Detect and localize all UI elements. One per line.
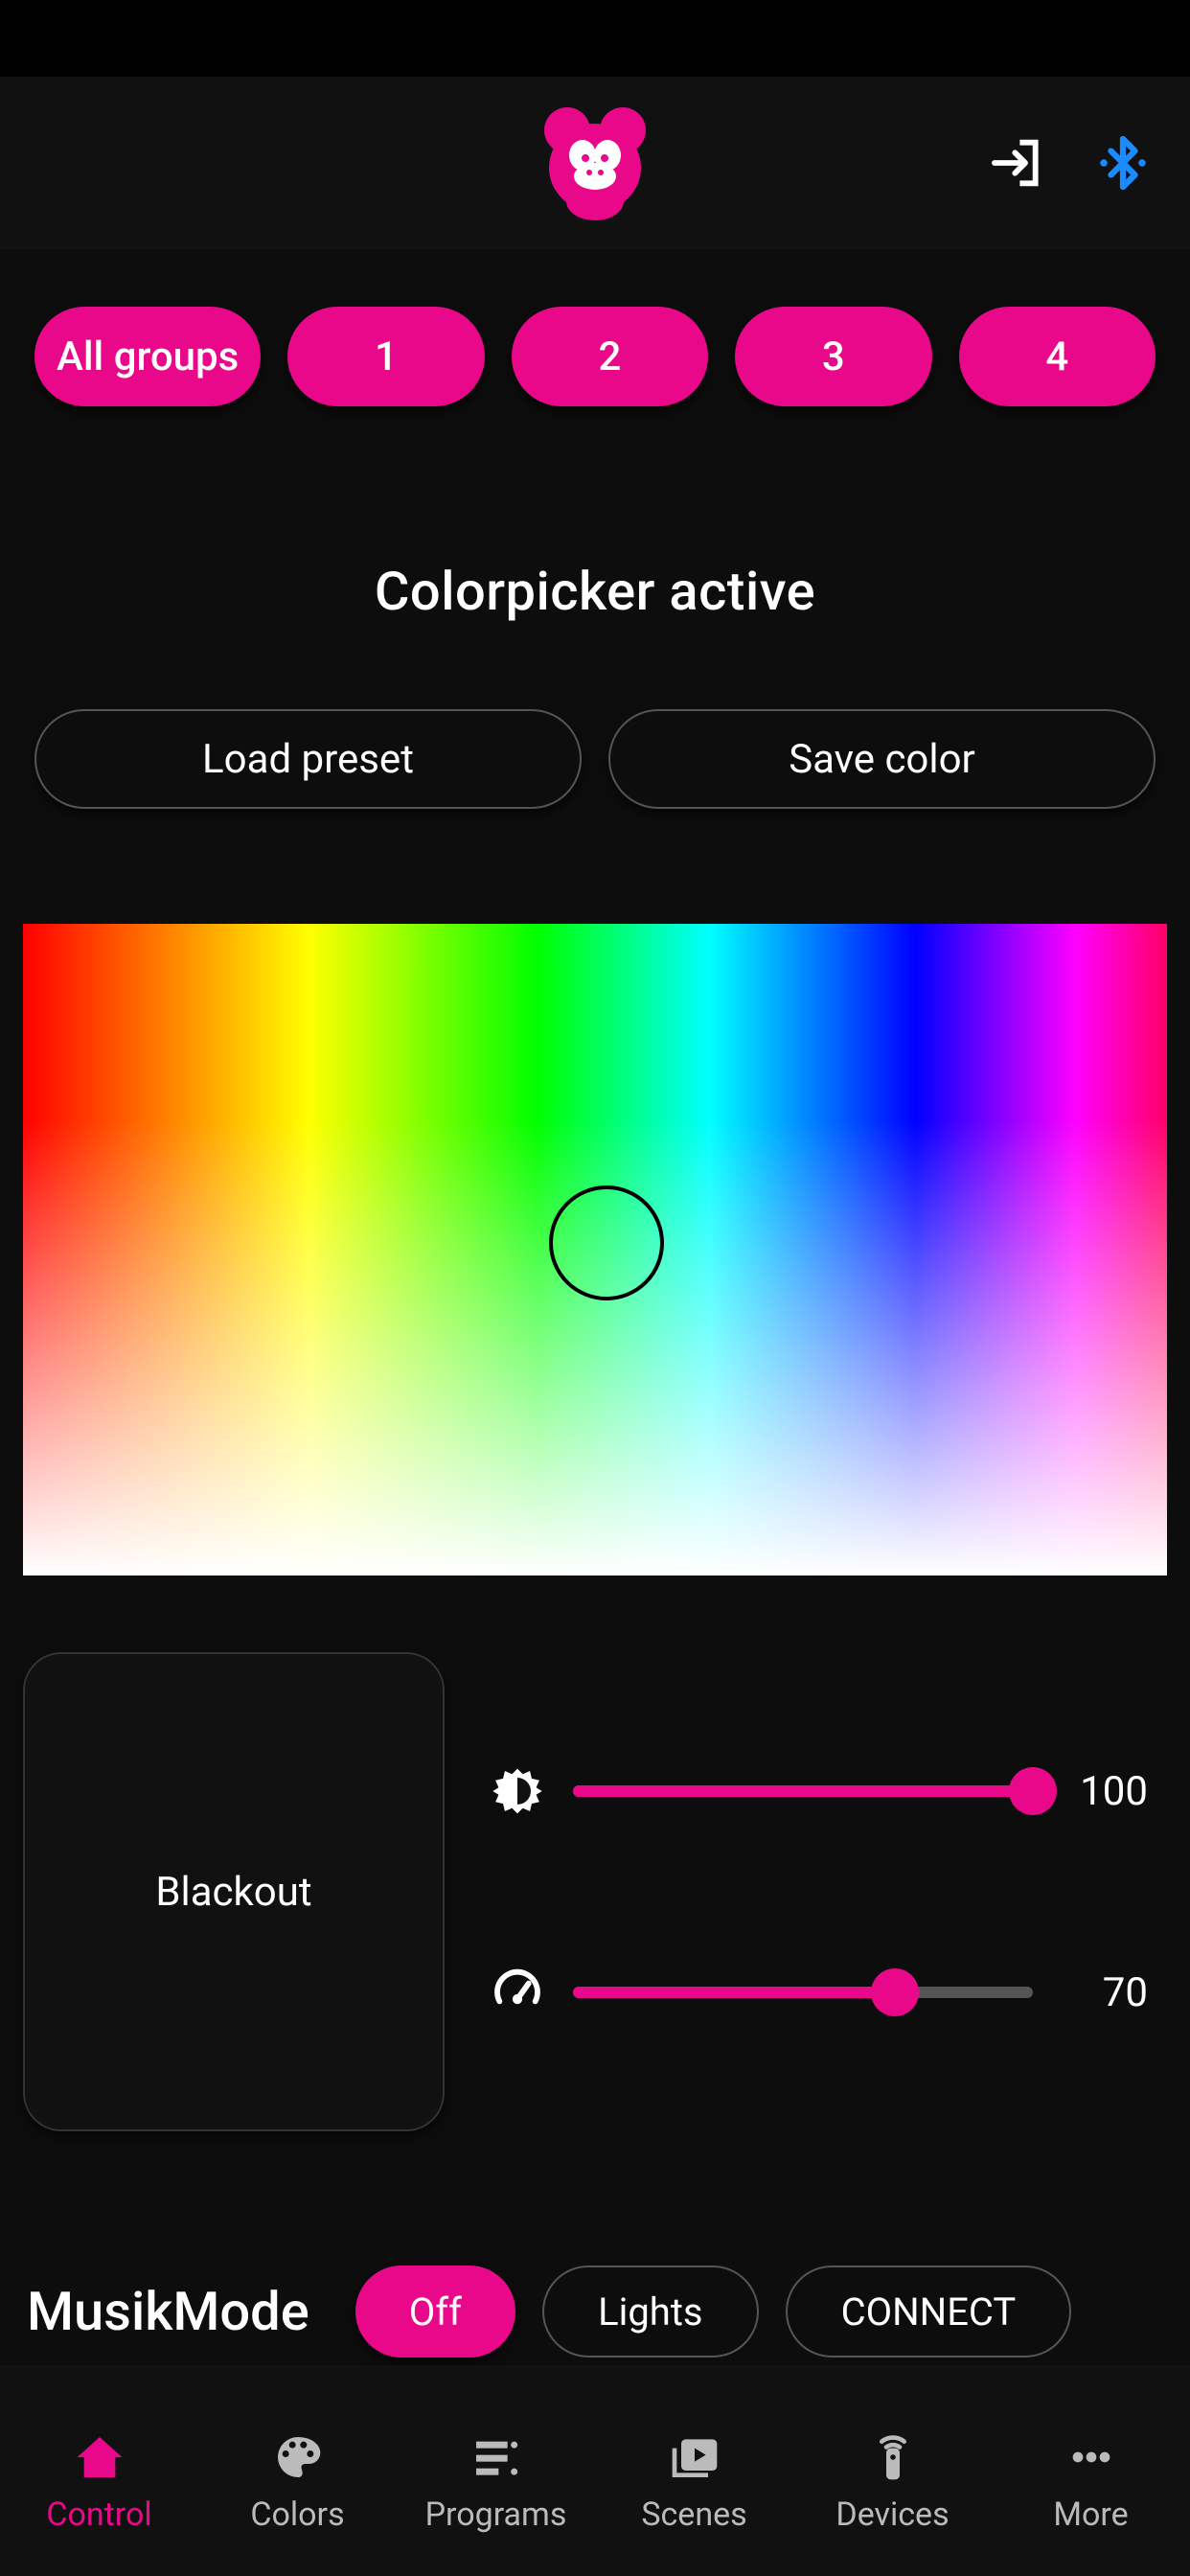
slider-thumb[interactable] [871, 1968, 919, 2016]
bluetooth-icon[interactable] [1094, 134, 1152, 192]
chip-label: Lights [598, 2289, 703, 2334]
monkey-logo [542, 105, 648, 220]
sliders: 100 70 [491, 1652, 1167, 2131]
brightness-row: 100 [491, 1764, 1148, 1818]
more-icon [1064, 2426, 1118, 2488]
color-picker-cursor[interactable] [549, 1185, 664, 1300]
group-all[interactable]: All groups [34, 307, 261, 406]
group-selector: All groups 1 2 3 4 [0, 249, 1190, 445]
preset-row: Load preset Save color [0, 709, 1190, 809]
speed-row: 70 [491, 1966, 1148, 2019]
video-library-icon [668, 2426, 721, 2488]
home-icon [73, 2426, 126, 2488]
slider-thumb[interactable] [1009, 1767, 1057, 1815]
list-icon [469, 2426, 523, 2488]
nav-label: Scenes [641, 2496, 746, 2534]
nav-label: Control [46, 2496, 151, 2534]
musik-lights-button[interactable]: Lights [542, 2266, 759, 2358]
nav-label: Colors [250, 2496, 344, 2534]
group-2[interactable]: 2 [512, 307, 708, 406]
nav-colors[interactable]: Colors [198, 2426, 397, 2534]
group-label: 4 [1045, 334, 1068, 380]
color-picker[interactable] [23, 924, 1167, 1576]
speed-value: 70 [1062, 1969, 1148, 2016]
save-color-button[interactable]: Save color [608, 709, 1156, 809]
musik-mode-row: MusikMode Off Lights CONNECT [0, 2131, 1190, 2358]
speed-icon [491, 1966, 544, 2019]
chip-label: CONNECT [841, 2289, 1017, 2334]
nav-programs[interactable]: Programs [397, 2426, 595, 2534]
group-3[interactable]: 3 [735, 307, 931, 406]
speed-slider[interactable] [573, 1987, 1033, 1998]
palette-icon [271, 2426, 325, 2488]
musik-off-button[interactable]: Off [355, 2266, 515, 2358]
app-header [0, 77, 1190, 249]
page-title: Colorpicker active [0, 560, 1190, 623]
blackout-button[interactable]: Blackout [23, 1652, 445, 2131]
brightness-icon [491, 1764, 544, 1818]
chip-label: Off [409, 2289, 462, 2334]
musik-mode-label: MusikMode [27, 2280, 309, 2343]
button-label: Save color [789, 736, 975, 783]
load-preset-button[interactable]: Load preset [34, 709, 582, 809]
blackout-label: Blackout [155, 1869, 311, 1916]
group-label: 1 [375, 334, 398, 380]
brightness-slider[interactable] [573, 1785, 1033, 1797]
nav-devices[interactable]: Devices [793, 2426, 992, 2534]
group-label: 3 [822, 334, 845, 380]
musik-connect-button[interactable]: CONNECT [786, 2266, 1072, 2358]
nav-more[interactable]: More [992, 2426, 1190, 2534]
mid-controls: Blackout 100 [0, 1576, 1190, 2131]
group-4[interactable]: 4 [959, 307, 1156, 406]
nav-label: Programs [425, 2496, 567, 2534]
brightness-value: 100 [1062, 1768, 1148, 1815]
remote-icon [866, 2426, 920, 2488]
nav-label: Devices [835, 2496, 949, 2534]
bottom-nav: Control Colors Programs Scenes Devices M… [0, 2365, 1190, 2576]
status-bar [0, 0, 1190, 77]
nav-control[interactable]: Control [0, 2426, 198, 2534]
group-1[interactable]: 1 [287, 307, 484, 406]
login-icon[interactable] [987, 132, 1048, 194]
group-label: 2 [598, 334, 621, 380]
group-label: All groups [57, 334, 239, 380]
nav-scenes[interactable]: Scenes [595, 2426, 793, 2534]
button-label: Load preset [202, 736, 414, 783]
nav-label: More [1053, 2496, 1128, 2534]
